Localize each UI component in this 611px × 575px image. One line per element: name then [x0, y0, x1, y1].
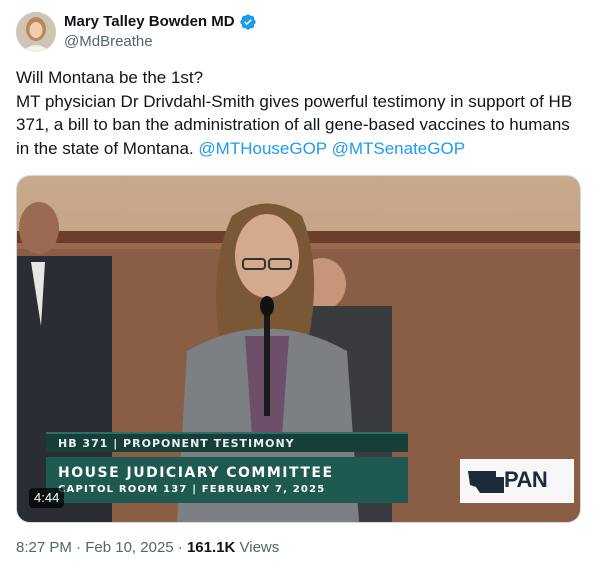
tweet-meta: 8:27 PM · Feb 10, 2025 · 161.1K Views: [16, 538, 279, 558]
post-time[interactable]: 8:27 PM: [16, 539, 72, 556]
montana-map-icon: [468, 471, 504, 493]
mention-link[interactable]: @MTHouseGOP: [198, 139, 326, 158]
meta-separator: ·: [173, 539, 187, 556]
author-name-row[interactable]: Mary Talley Bowden MD: [64, 12, 257, 32]
logo-text: PAN: [504, 467, 548, 492]
tweet-line-2: MT physician Dr Drivdahl-Smith gives pow…: [16, 90, 576, 161]
meta-separator: ·: [71, 539, 86, 556]
tweet-line-1: Will Montana be the 1st?: [16, 68, 204, 87]
tweet-card: Mary Talley Bowden MD @MdBreathe Will Mo…: [0, 0, 611, 575]
lower-third-subtitle: CAPITOL ROOM 137 | FEBRUARY 7, 2025: [58, 484, 326, 495]
lower-third-panel: HOUSE JUDICIARY COMMITTEE CAPITOL ROOM 1…: [46, 457, 408, 503]
views-label: Views: [235, 539, 280, 556]
verified-badge-icon: [239, 13, 257, 31]
post-date[interactable]: Feb 10, 2025: [85, 539, 173, 556]
author-handle[interactable]: @MdBreathe: [64, 32, 153, 52]
lower-third-label: HB 371 | PROPONENT TESTIMONY: [46, 432, 408, 452]
mention-link[interactable]: @MTSenateGOP: [332, 139, 465, 158]
tweet-text: Will Montana be the 1st? MT physician Dr…: [16, 66, 576, 160]
views-count: 161.1K: [186, 539, 236, 556]
avatar[interactable]: [16, 12, 56, 52]
author-name[interactable]: Mary Talley Bowden MD: [64, 12, 235, 32]
video-player[interactable]: HB 371 | PROPONENT TESTIMONY HOUSE JUDIC…: [16, 175, 581, 523]
network-logo: PAN: [460, 459, 574, 503]
lower-third-title: HOUSE JUDICIARY COMMITTEE: [58, 465, 334, 481]
video-duration: 4:44: [29, 488, 65, 508]
